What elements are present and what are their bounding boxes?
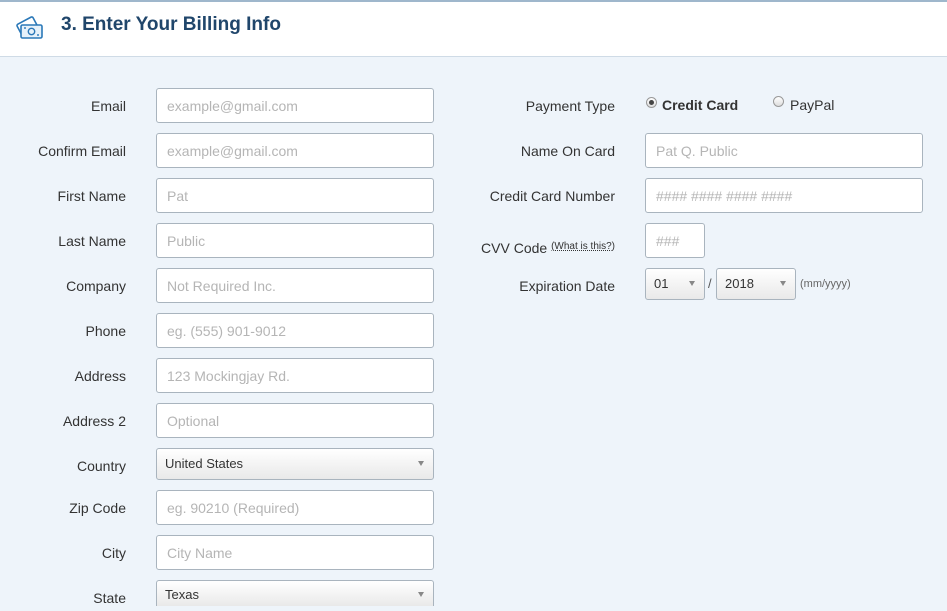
section-header: 3. Enter Your Billing Info (0, 2, 947, 57)
phone-label: Phone (85, 323, 126, 339)
date-format-hint: (mm/yyyy) (800, 278, 851, 290)
date-separator: / (708, 276, 712, 291)
cvv-label-group: CVV Code (What is this?) (430, 240, 615, 259)
chevron-down-icon (780, 281, 786, 286)
chevron-down-icon (418, 592, 424, 597)
state-select[interactable]: Texas (156, 580, 434, 606)
card-number-label: Credit Card Number (489, 188, 615, 204)
payment-type-label: Payment Type (525, 98, 615, 114)
zip-label: Zip Code (69, 500, 126, 516)
cvv-input[interactable] (645, 223, 705, 258)
cvv-label: CVV Code (481, 240, 548, 256)
email-label: Email (90, 98, 126, 114)
zip-input[interactable] (156, 490, 434, 525)
country-select-value: United States (165, 456, 244, 471)
cvv-help-link[interactable]: (What is this?) (551, 241, 615, 252)
name-on-card-label: Name On Card (520, 143, 615, 159)
address-input[interactable] (156, 358, 434, 393)
expiration-date-label: Expiration Date (519, 278, 615, 294)
paypal-option-label[interactable]: PayPal (790, 97, 834, 113)
company-input[interactable] (156, 268, 434, 303)
name-on-card-input[interactable] (645, 133, 923, 168)
address2-label: Address 2 (62, 413, 126, 429)
last-name-label: Last Name (58, 233, 126, 249)
country-select[interactable]: United States (156, 448, 434, 480)
card-number-input[interactable] (645, 178, 923, 213)
state-select-value: Texas (165, 587, 199, 602)
address-label: Address (74, 368, 126, 384)
country-label: Country (76, 458, 126, 474)
first-name-label: First Name (57, 188, 126, 204)
chevron-down-icon (689, 281, 695, 286)
page-title: 3. Enter Your Billing Info (61, 14, 281, 35)
email-input[interactable] (156, 88, 434, 123)
city-input[interactable] (156, 535, 434, 570)
city-label: City (101, 545, 126, 561)
money-icon (16, 16, 43, 39)
expiration-year-select[interactable]: 2018 (716, 268, 796, 300)
expiration-year-value: 2018 (725, 276, 754, 291)
first-name-input[interactable] (156, 178, 434, 213)
confirm-email-input[interactable] (156, 133, 434, 168)
credit-card-option-label[interactable]: Credit Card (662, 97, 738, 113)
company-label: Company (66, 278, 126, 294)
paypal-radio[interactable] (773, 96, 784, 107)
credit-card-radio[interactable] (646, 97, 657, 108)
confirm-email-label: Confirm Email (38, 143, 126, 159)
state-label: State (93, 590, 126, 606)
address2-input[interactable] (156, 403, 434, 438)
expiration-month-value: 01 (654, 276, 669, 291)
expiration-month-select[interactable]: 01 (645, 268, 705, 300)
chevron-down-icon (418, 461, 424, 466)
last-name-input[interactable] (156, 223, 434, 258)
phone-input[interactable] (156, 313, 434, 348)
